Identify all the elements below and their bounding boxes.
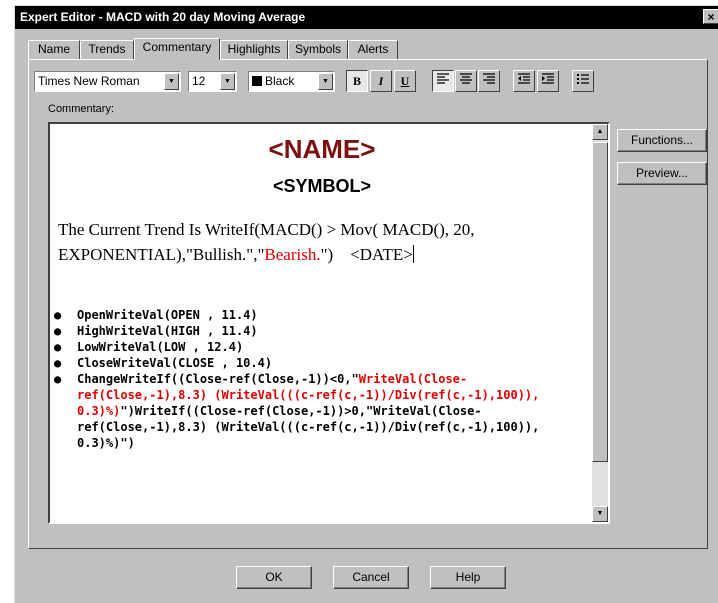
font-size-value: 12 — [192, 74, 206, 88]
tab-symbols[interactable]: Symbols — [288, 40, 348, 59]
text-cursor — [412, 245, 414, 263]
commentary-label: Commentary: — [48, 103, 115, 115]
trend-suffix: ") — [320, 245, 334, 264]
italic-button[interactable]: I — [370, 70, 392, 92]
font-size-select[interactable]: 12 ▼ — [188, 71, 237, 92]
bullet-list: ● OpenWriteVal(OPEN , 11.4) ● HighWriteVal… — [52, 307, 552, 451]
list-item: ● HighWriteVal(HIGH , 11.4) — [54, 324, 258, 338]
increase-indent-icon[interactable] — [537, 70, 559, 92]
chevron-down-icon[interactable]: ▼ — [164, 73, 179, 90]
window-title: Expert Editor - MACD with 20 day Moving … — [20, 10, 306, 24]
close-icon[interactable]: × — [703, 9, 718, 24]
list-item: ● ChangeWriteIf((Close-ref(Close,-1))<0,"… — [54, 372, 540, 450]
decrease-indent-icon[interactable] — [513, 70, 535, 92]
commentary-editor[interactable]: <NAME> <SYMBOL> The Current Trend Is Wri… — [48, 122, 610, 524]
align-center-icon[interactable] — [455, 70, 477, 92]
align-right-icon[interactable] — [478, 70, 500, 92]
preview-button[interactable]: Preview... — [617, 162, 707, 185]
bearish-text: Bearish. — [264, 245, 321, 264]
chevron-down-icon[interactable]: ▼ — [318, 73, 333, 90]
symbol-heading: <SYMBOL> — [272, 176, 372, 196]
editor-content[interactable]: <NAME> <SYMBOL> The Current Trend Is Wri… — [50, 124, 594, 522]
vertical-scrollbar[interactable]: ▲ ▼ — [592, 124, 608, 522]
font-color-select[interactable]: Black ▼ — [248, 71, 335, 92]
tab-alerts[interactable]: Alerts — [348, 40, 398, 59]
name-heading: <NAME> — [268, 134, 376, 164]
underline-button[interactable]: U — [394, 70, 416, 92]
cancel-button[interactable]: Cancel — [333, 566, 409, 589]
tab-name[interactable]: Name — [28, 40, 80, 59]
bold-button[interactable]: B — [346, 70, 368, 92]
functions-button[interactable]: Functions... — [617, 129, 707, 152]
list-item: ● LowWriteVal(LOW , 12.4) — [54, 340, 244, 354]
title-bar: Expert Editor - MACD with 20 day Moving … — [15, 6, 718, 29]
scroll-down-icon[interactable]: ▼ — [592, 506, 608, 522]
tab-commentary[interactable]: Commentary — [134, 38, 220, 60]
date-placeholder: <DATE> — [350, 245, 413, 264]
scroll-up-icon[interactable]: ▲ — [592, 124, 608, 140]
chevron-down-icon[interactable]: ▼ — [220, 73, 235, 90]
bullet-list-icon[interactable] — [572, 70, 594, 92]
tab-trends[interactable]: Trends — [80, 40, 134, 59]
align-left-icon[interactable] — [432, 70, 454, 92]
color-swatch — [252, 76, 262, 86]
font-family-value: Times New Roman — [38, 74, 140, 88]
font-family-select[interactable]: Times New Roman ▼ — [34, 71, 181, 92]
font-color-value: Black — [265, 74, 295, 88]
scroll-thumb[interactable] — [592, 142, 608, 462]
help-button[interactable]: Help — [430, 566, 506, 589]
ok-button[interactable]: OK — [236, 566, 312, 589]
list-item: ● CloseWriteVal(CLOSE , 10.4) — [54, 356, 273, 370]
trend-paragraph: The Current Trend Is WriteIf(MACD() > Mo… — [58, 217, 578, 267]
list-item: ● OpenWriteVal(OPEN , 11.4) — [54, 308, 258, 322]
tab-highlights[interactable]: Highlights — [220, 40, 288, 59]
